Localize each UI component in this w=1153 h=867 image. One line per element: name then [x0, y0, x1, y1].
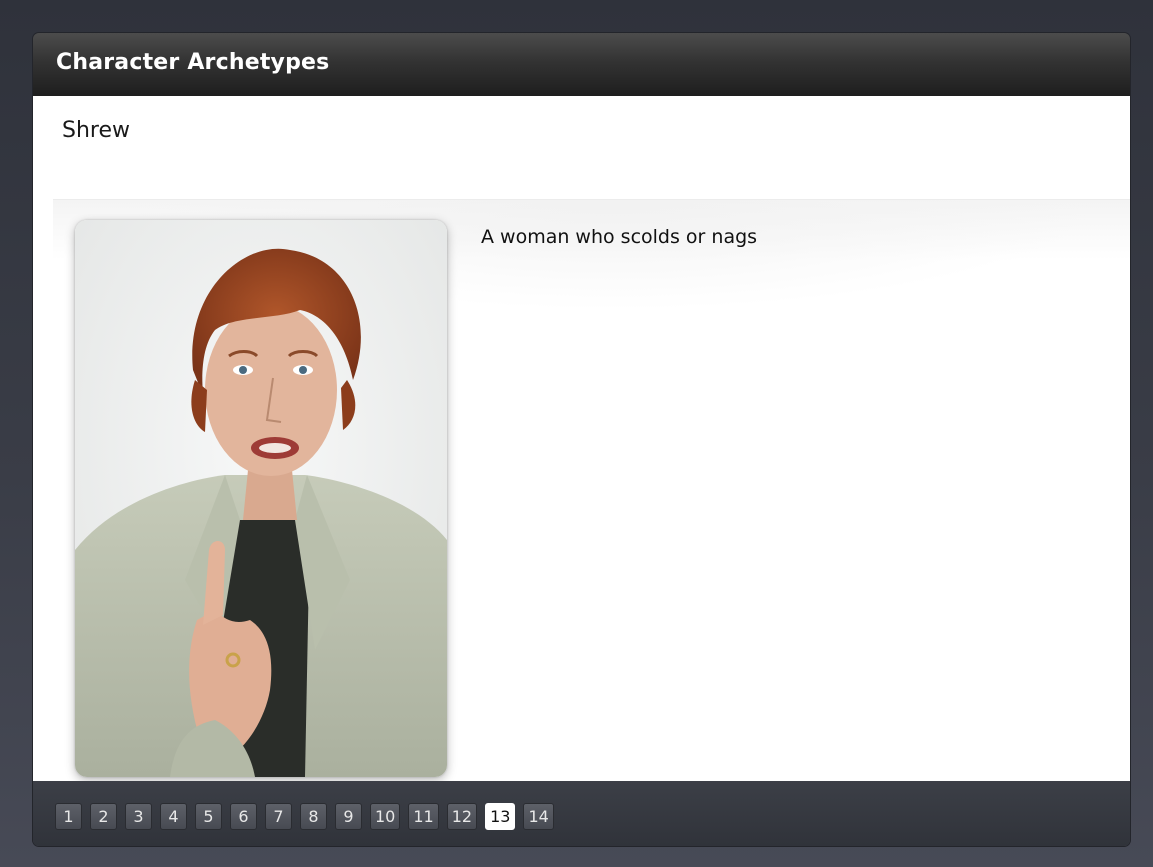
- slide-content: Shrew A woman who scolds or nags: [33, 96, 1130, 782]
- page-navigation-bar: 1 2 3 4 5 6 7 8 9 10 11 12 13 14: [33, 781, 1130, 846]
- page-button-8[interactable]: 8: [300, 803, 327, 830]
- page-button-13[interactable]: 13: [485, 803, 516, 830]
- woman-scolding-illustration: [75, 220, 447, 777]
- archetype-card: A woman who scolds or nags: [53, 199, 1130, 782]
- page-button-3[interactable]: 3: [125, 803, 152, 830]
- page-title: Character Archetypes: [56, 50, 330, 75]
- page-button-14[interactable]: 14: [523, 803, 554, 830]
- page-button-5[interactable]: 5: [195, 803, 222, 830]
- page-button-6[interactable]: 6: [230, 803, 257, 830]
- archetype-photo: [75, 220, 447, 777]
- page-button-9[interactable]: 9: [335, 803, 362, 830]
- archetype-heading: Shrew: [62, 118, 130, 143]
- page-button-11[interactable]: 11: [408, 803, 439, 830]
- page-button-4[interactable]: 4: [160, 803, 187, 830]
- title-bar: Character Archetypes: [33, 33, 1130, 96]
- page-button-7[interactable]: 7: [265, 803, 292, 830]
- archetype-description: A woman who scolds or nags: [481, 226, 758, 248]
- page-button-1[interactable]: 1: [55, 803, 82, 830]
- pagination: 1 2 3 4 5 6 7 8 9 10 11 12 13 14: [55, 803, 554, 830]
- page-button-2[interactable]: 2: [90, 803, 117, 830]
- page-button-12[interactable]: 12: [446, 803, 478, 830]
- page-button-10[interactable]: 10: [370, 803, 401, 830]
- archetype-viewer-panel: Character Archetypes Shrew A woman who s…: [33, 33, 1130, 846]
